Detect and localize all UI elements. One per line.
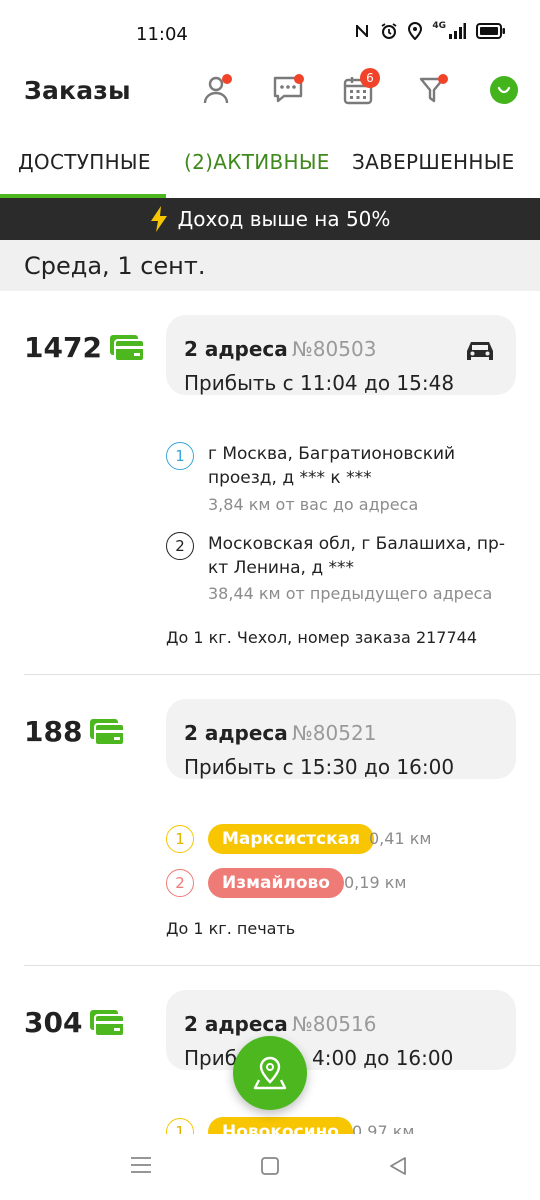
address-distance: 3,84 км от вас до адреса (208, 495, 419, 514)
metro-station-badge: Марксистская (208, 824, 375, 854)
metro-number-1: 1 (166, 1118, 194, 1134)
order-description: До 1 кг. Чехол, номер заказа 217744 (166, 628, 478, 647)
address-count: 2 адреса (184, 721, 288, 745)
online-status-indicator (490, 76, 518, 104)
tab-completed[interactable]: ЗАВЕРШЕННЫЕ (352, 150, 515, 174)
alarm-icon (381, 23, 397, 39)
address-text: г Москва, Багратионовский проезд, д *** … (208, 444, 456, 488)
promo-banner[interactable]: Доход выше на 50% (0, 198, 540, 240)
menu-lines-icon (131, 1157, 151, 1173)
calendar-button[interactable]: 6 (338, 68, 380, 110)
back-triangle-icon (390, 1157, 406, 1175)
signal-icon (449, 23, 466, 39)
card-payment-icon (109, 334, 144, 361)
online-status-button[interactable] (484, 70, 524, 110)
profile-button[interactable] (196, 70, 236, 110)
order-price: 304 (24, 1006, 125, 1039)
metro-station-badge: Новокосино (208, 1117, 353, 1134)
battery-icon (476, 23, 505, 39)
price-value: 188 (24, 715, 83, 748)
arrival-window-start: Приб (184, 1046, 238, 1070)
order-tabs: ДОСТУПНЫЕ (2)АКТИВНЫЕ ЗАВЕРШЕННЫЕ (0, 130, 540, 198)
order-item[interactable]: 188 2 адреса №80521 Прибыть с 15:30 до 1… (0, 675, 540, 965)
order-price: 188 (24, 715, 125, 748)
order-number: №80521 (292, 721, 377, 745)
order-price: 1472 (24, 331, 144, 364)
address-distance: 38,44 км от предыдущего адреса (208, 584, 493, 603)
metro-station-badge: Измайлово (208, 868, 344, 898)
map-pin-icon (253, 1056, 287, 1090)
location-icon (408, 22, 423, 40)
filter-notification-dot (438, 74, 448, 84)
order-summary-card[interactable]: 2 адреса №80516 Приб 4:00 до 16:00 (166, 990, 516, 1070)
order-summary-card[interactable]: 2 адреса №80521 Прибыть с 15:30 до 16:00 (166, 699, 516, 779)
address-number-2: 2 (166, 532, 194, 560)
arrival-window: Прибыть с 11:04 до 15:48 (184, 371, 455, 395)
smile-icon (497, 86, 511, 94)
card-payment-icon (90, 1009, 125, 1036)
home-square-icon (261, 1157, 279, 1175)
system-navigation-bar (0, 1134, 540, 1200)
price-value: 1472 (24, 331, 102, 364)
price-value: 304 (24, 1006, 83, 1039)
metro-distance: 0,19 км (344, 873, 407, 892)
network-type-label: 4G (432, 21, 446, 31)
metro-number-2: 2 (166, 869, 194, 897)
page-title: Заказы (24, 76, 131, 105)
metro-distance: 0,41 км (369, 829, 432, 848)
tab-available[interactable]: ДОСТУПНЫЕ (18, 150, 151, 174)
status-icons: 4G (354, 21, 506, 40)
filter-button[interactable] (412, 70, 452, 110)
calendar-badge: 6 (360, 68, 380, 88)
order-description: До 1 кг. печать (166, 919, 296, 938)
status-time: 11:04 (136, 24, 188, 45)
car-icon (467, 342, 493, 360)
app-bar: Заказы 6 (0, 64, 540, 120)
lightning-icon (150, 206, 167, 232)
address-text: Московская обл, г Балашиха, пр-кт Ленина… (208, 534, 505, 578)
order-number: №80503 (292, 337, 377, 361)
chat-notification-dot (294, 74, 304, 84)
metro-number-1: 1 (166, 825, 194, 853)
order-summary-card[interactable]: 2 адреса №80503 Прибыть с 11:04 до 15:48 (166, 315, 516, 395)
date-header-text: Среда, 1 сент. (24, 252, 206, 280)
recent-apps-button[interactable] (130, 1156, 152, 1178)
profile-notification-dot (222, 74, 232, 84)
arrival-window-end: 4:00 до 16:00 (312, 1046, 454, 1070)
map-fab-button[interactable] (233, 1036, 307, 1110)
status-bar: 11:04 4G (0, 0, 540, 64)
order-number: №80516 (292, 1012, 377, 1036)
tab-active[interactable]: (2)АКТИВНЫЕ (184, 150, 330, 174)
metro-distance: 0,97 км (352, 1122, 415, 1134)
date-header: Среда, 1 сент. (0, 240, 540, 291)
arrival-window: Прибыть с 15:30 до 16:00 (184, 755, 455, 779)
nfc-icon (356, 25, 369, 37)
card-payment-icon (90, 718, 125, 745)
address-number-1: 1 (166, 442, 194, 470)
order-item[interactable]: 1472 2 адреса №80503 Прибыть с 11:04 до … (0, 291, 540, 674)
home-button[interactable] (260, 1156, 280, 1180)
chat-button[interactable] (268, 70, 308, 110)
back-button[interactable] (388, 1156, 408, 1180)
address-count: 2 адреса (184, 337, 288, 361)
address-count: 2 адреса (184, 1012, 288, 1036)
promo-text: Доход выше на 50% (177, 207, 391, 231)
